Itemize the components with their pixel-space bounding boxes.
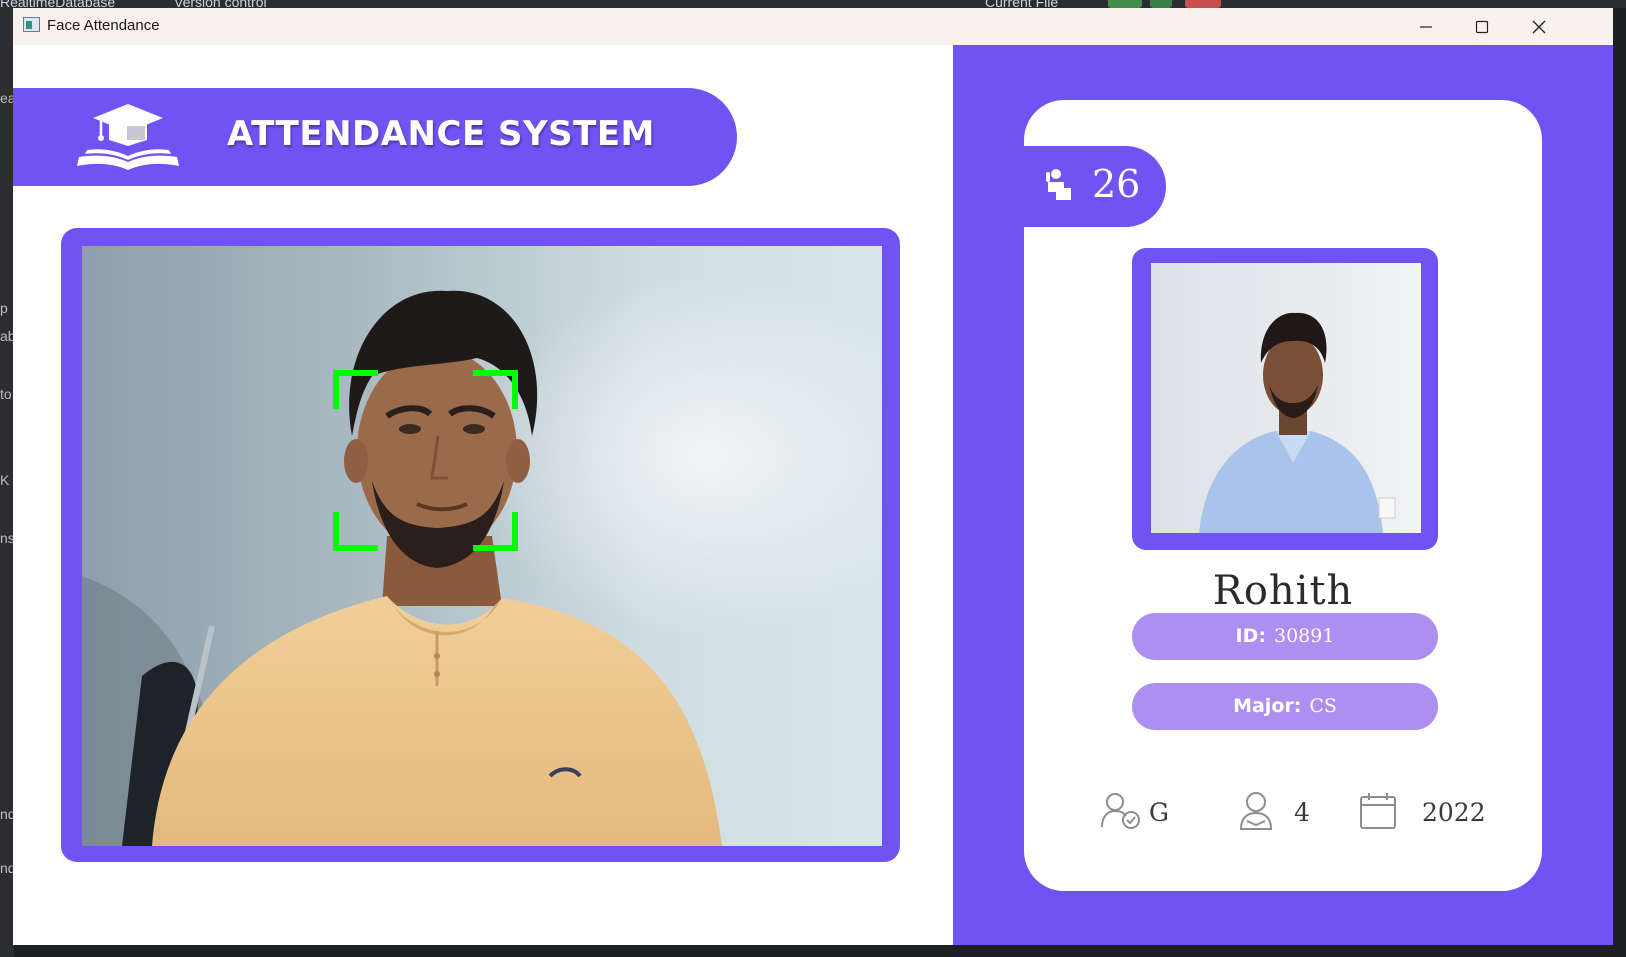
minimize-icon <box>1420 26 1432 28</box>
ide-tree-item[interactable]: p <box>0 300 8 316</box>
raised-hand-icon <box>1046 169 1071 200</box>
maximize-icon <box>1475 20 1489 34</box>
ide-project-tree: ea p ab to K ns nd nd <box>0 8 16 957</box>
minimize-button[interactable] <box>1397 8 1455 45</box>
graduation-cap-book-icon <box>77 104 179 170</box>
left-panel: ATTENDANCE SYSTEM <box>13 45 953 945</box>
header-banner: ATTENDANCE SYSTEM <box>13 88 737 186</box>
student-info-card: 26 Rohith ID: 30891 Major: CS G 4 2022 <box>1024 100 1542 891</box>
student-starting-year-value: 2022 <box>1422 798 1486 827</box>
ide-debug-button[interactable] <box>1150 0 1172 8</box>
student-portrait-image <box>1151 263 1421 533</box>
ide-stop-button[interactable] <box>1185 0 1221 8</box>
student-id-value: 30891 <box>1274 625 1335 647</box>
window-title: Face Attendance <box>47 17 160 34</box>
title-bar[interactable]: Face Attendance <box>13 8 1613 45</box>
student-id-pill: ID: 30891 <box>1132 613 1438 660</box>
ide-tree-item[interactable]: to <box>0 386 12 402</box>
ide-tree-item[interactable]: K <box>0 472 9 488</box>
total-attendance-value: 26 <box>1092 162 1141 206</box>
face-attendance-window: Face Attendance ATTENDANCE SYSTEM 26 Roh… <box>13 8 1613 945</box>
ide-run-button[interactable] <box>1108 0 1142 8</box>
student-major-label: Major: <box>1233 695 1302 717</box>
student-id-label: ID: <box>1235 625 1266 647</box>
webcam-image <box>82 246 882 846</box>
student-photo-frame <box>1132 248 1438 550</box>
student-photo <box>1151 263 1421 533</box>
total-attendance-badge: 26 <box>1024 146 1166 227</box>
webcam-frame <box>61 228 900 862</box>
student-standing-value: G <box>1149 798 1169 827</box>
app-icon <box>23 17 40 32</box>
standing-icon <box>1101 793 1140 829</box>
close-button[interactable] <box>1510 8 1568 45</box>
year-icon <box>1239 792 1273 830</box>
student-major-value: CS <box>1309 695 1337 717</box>
maximize-button[interactable] <box>1453 8 1511 45</box>
student-name: Rohith <box>1212 568 1354 614</box>
student-major-pill: Major: CS <box>1132 683 1438 730</box>
app-content: ATTENDANCE SYSTEM 26 Rohith ID: 30891 Ma… <box>13 45 1613 945</box>
webcam-feed <box>82 246 882 846</box>
calendar-icon <box>1360 793 1396 829</box>
student-year-value: 4 <box>1294 798 1310 827</box>
ide-toolbar: RealtimeDatabase Version control Current… <box>0 0 1626 10</box>
app-heading: ATTENDANCE SYSTEM <box>227 114 655 154</box>
close-icon <box>1532 20 1546 34</box>
right-panel: 26 Rohith ID: 30891 Major: CS G 4 2022 <box>953 45 1613 945</box>
